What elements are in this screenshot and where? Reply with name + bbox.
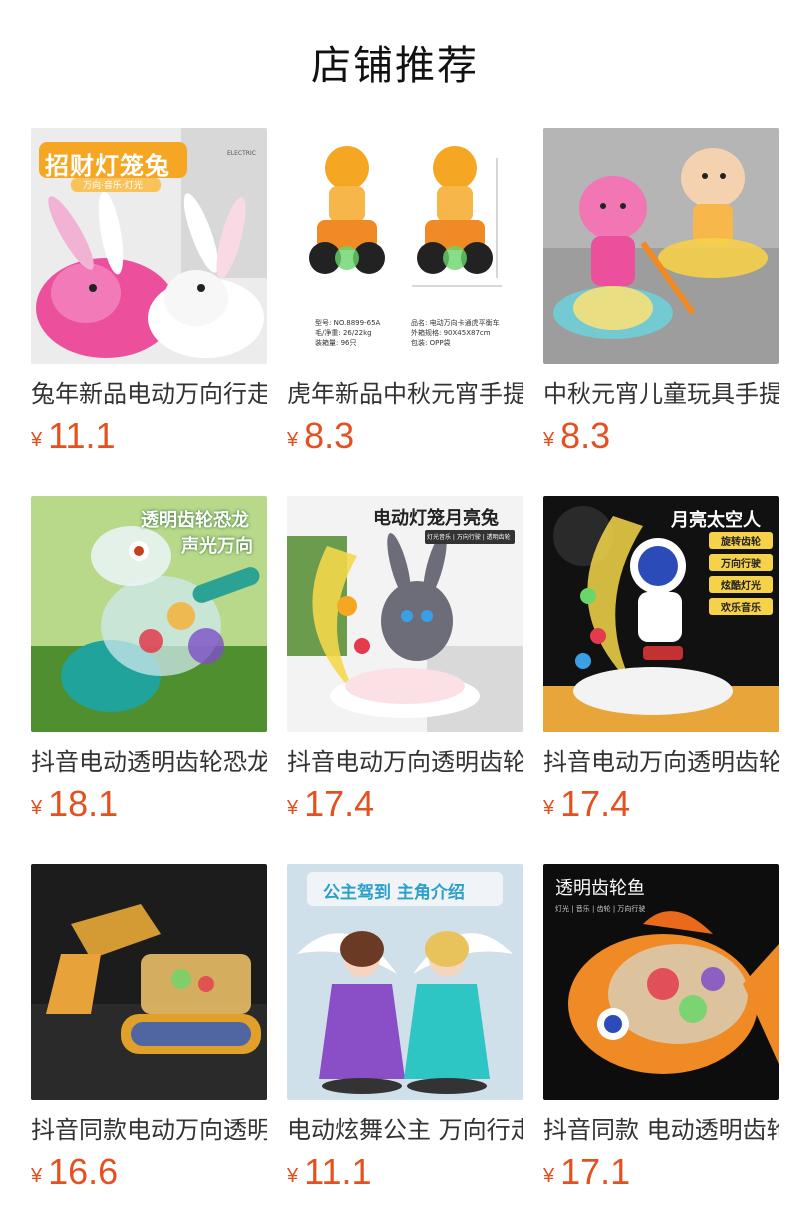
product-image[interactable]: 电动灯笼月亮兔 灯光音乐 | 万向行驶 | 透明齿轮 (287, 496, 523, 732)
currency-symbol: ¥ (543, 797, 555, 819)
currency-symbol: ¥ (287, 1165, 299, 1187)
product-image[interactable]: 公主驾到 主角介绍 (287, 864, 523, 1100)
product-image[interactable]: 透明齿轮恐龙 声光万向 (31, 496, 267, 732)
product-name[interactable]: 抖音电动万向透明齿轮 (287, 744, 523, 780)
currency-symbol: ¥ (543, 1165, 555, 1187)
image-headline: 电动灯笼月亮兔 (373, 508, 499, 529)
excavator-image (31, 864, 267, 1100)
price-amount: 16.6 (48, 1151, 119, 1192)
price-amount: 11.1 (48, 415, 116, 456)
product-price: ¥18.1 (31, 784, 267, 824)
product-price: ¥16.6 (31, 1152, 267, 1192)
product-card[interactable]: 电动灯笼月亮兔 灯光音乐 | 万向行驶 | 透明齿轮 抖音电动万向透明齿轮 ¥1… (287, 496, 523, 824)
product-card[interactable]: 月亮太空人 旋转齿轮 万向行驶 炫酷灯光 欢乐音乐 抖音电动万向透明齿轮 ¥17… (543, 496, 779, 824)
currency-symbol: ¥ (543, 429, 555, 451)
price-amount: 17.1 (560, 1151, 631, 1192)
feature-tag: 炫酷灯光 (709, 576, 773, 593)
product-name[interactable]: 抖音同款电动万向透明 (31, 1112, 267, 1148)
price-amount: 11.1 (304, 1151, 372, 1192)
product-price: ¥11.1 (287, 1152, 523, 1192)
page-title: 店铺推荐 (311, 43, 479, 89)
image-headline: 透明齿轮鱼 (555, 878, 645, 899)
product-name[interactable]: 电动炫舞公主 万向行走 (287, 1112, 523, 1148)
spec-right: 品名: 电动万向卡通虎平衡车 外箱规格: 90X45X87cm 包装: OPP袋 (411, 319, 500, 347)
product-name[interactable]: 兔年新品电动万向行走 (31, 376, 267, 412)
product-price: ¥8.3 (287, 416, 523, 456)
product-card[interactable]: 透明齿轮鱼 灯光 | 音乐 | 齿轮 | 万向行驶 抖音同款 电动透明齿轮 ¥1… (543, 864, 779, 1192)
image-corner-text: ELECTRIC (227, 150, 256, 157)
currency-symbol: ¥ (287, 797, 299, 819)
product-image[interactable]: 招财灯笼兔 万向·音乐·灯光 ELECTRIC (31, 128, 267, 364)
spec-left: 型号: NO.8899-65A 毛/净重: 26/22kg 装箱量: 96只 (315, 319, 381, 347)
image-subheadline: 万向·音乐·灯光 (83, 181, 143, 191)
product-card[interactable]: 公主驾到 主角介绍 电动炫舞公主 万向行走 ¥11.1 (287, 864, 523, 1192)
price-amount: 17.4 (304, 783, 375, 824)
product-name[interactable]: 虎年新品中秋元宵手提 (287, 376, 523, 412)
ox-lantern-image (543, 128, 779, 364)
feature-tag-list: 旋转齿轮 万向行驶 炫酷灯光 欢乐音乐 (709, 532, 773, 615)
product-price: ¥17.4 (543, 784, 779, 824)
product-card[interactable]: 型号: NO.8899-65A 毛/净重: 26/22kg 装箱量: 96只 品… (287, 128, 523, 456)
product-name[interactable]: 抖音同款 电动透明齿轮 (543, 1112, 779, 1148)
product-card[interactable]: 透明齿轮恐龙 声光万向 抖音电动透明齿轮恐龙 ¥18.1 (31, 496, 267, 824)
price-amount: 8.3 (560, 415, 611, 456)
product-image[interactable]: 透明齿轮鱼 灯光 | 音乐 | 齿轮 | 万向行驶 (543, 864, 779, 1100)
product-price: ¥11.1 (31, 416, 267, 456)
currency-symbol: ¥ (31, 797, 43, 819)
image-headline: 公主驾到 主角介绍 (323, 883, 465, 903)
currency-symbol: ¥ (31, 429, 43, 451)
product-price: ¥17.4 (287, 784, 523, 824)
currency-symbol: ¥ (31, 1165, 43, 1187)
product-card[interactable]: 中秋元宵儿童玩具手提 ¥8.3 (543, 128, 779, 456)
currency-symbol: ¥ (287, 429, 299, 451)
image-headline: 透明齿轮恐龙 (141, 510, 249, 531)
product-name[interactable]: 中秋元宵儿童玩具手提 (543, 376, 779, 412)
image-subheadline: 灯光音乐 | 万向行驶 | 透明齿轮 (427, 534, 511, 541)
product-name[interactable]: 抖音电动万向透明齿轮 (543, 744, 779, 780)
image-headline: 招财灯笼兔 (45, 152, 170, 180)
product-card[interactable]: 抖音同款电动万向透明 ¥16.6 (31, 864, 267, 1192)
image-subheadline: 声光万向 (181, 536, 253, 557)
image-headline: 月亮太空人 (671, 510, 761, 531)
product-name[interactable]: 抖音电动透明齿轮恐龙 (31, 744, 267, 780)
image-subheadline: 灯光 | 音乐 | 齿轮 | 万向行驶 (555, 905, 646, 913)
price-amount: 18.1 (48, 783, 119, 824)
product-card[interactable]: 招财灯笼兔 万向·音乐·灯光 ELECTRIC 兔年新品电动万向行走 ¥11.1 (31, 128, 267, 456)
product-image[interactable]: 月亮太空人 旋转齿轮 万向行驶 炫酷灯光 欢乐音乐 (543, 496, 779, 732)
product-image[interactable] (543, 128, 779, 364)
feature-tag: 万向行驶 (709, 554, 773, 571)
feature-tag: 欢乐音乐 (709, 598, 773, 615)
product-price: ¥17.1 (543, 1152, 779, 1192)
price-amount: 8.3 (304, 415, 355, 456)
product-price: ¥8.3 (543, 416, 779, 456)
product-image[interactable]: 型号: NO.8899-65A 毛/净重: 26/22kg 装箱量: 96只 品… (287, 128, 523, 364)
feature-tag: 旋转齿轮 (709, 532, 773, 549)
price-amount: 17.4 (560, 783, 631, 824)
product-image[interactable] (31, 864, 267, 1100)
